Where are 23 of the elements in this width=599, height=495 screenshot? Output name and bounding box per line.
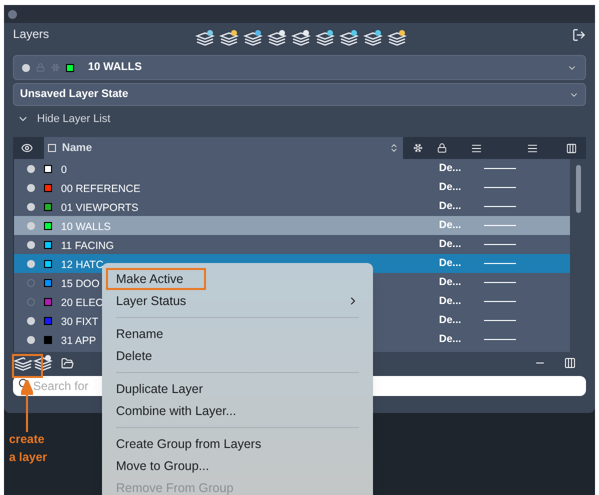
layer-name: 11 FACING [61,240,114,252]
panel-title: Layers [13,26,50,43]
linetype-text: De... [439,180,462,195]
layer-name: 0 [61,164,67,176]
linetype-text: De... [439,312,462,328]
linetype-text: De... [439,332,462,347]
linetype-text: De... [439,274,462,290]
layer-name: 30 FIXT [61,316,98,328]
linetype-text: De... [439,160,462,176]
layer-name: 10 WALLS [61,220,111,232]
current-layer-name: 10 WALLS [88,60,142,76]
annotation-label: create a layer [9,431,48,466]
layer-name: 31 APP [61,334,96,346]
layer-name: 00 REFERENCE [61,182,140,194]
linetype-text: De... [439,218,462,233]
layer-name: 20 ELEC [61,296,104,308]
layer-name: 12 HATC [61,258,104,270]
linetype-text: De... [439,198,462,214]
layer-name: 15 DOO [61,278,100,290]
linetype-text: De... [439,256,462,271]
linetype-text: De... [439,236,462,252]
layer-name: 01 VIEWPORTS [61,202,138,214]
linetype-text: De... [439,294,462,309]
